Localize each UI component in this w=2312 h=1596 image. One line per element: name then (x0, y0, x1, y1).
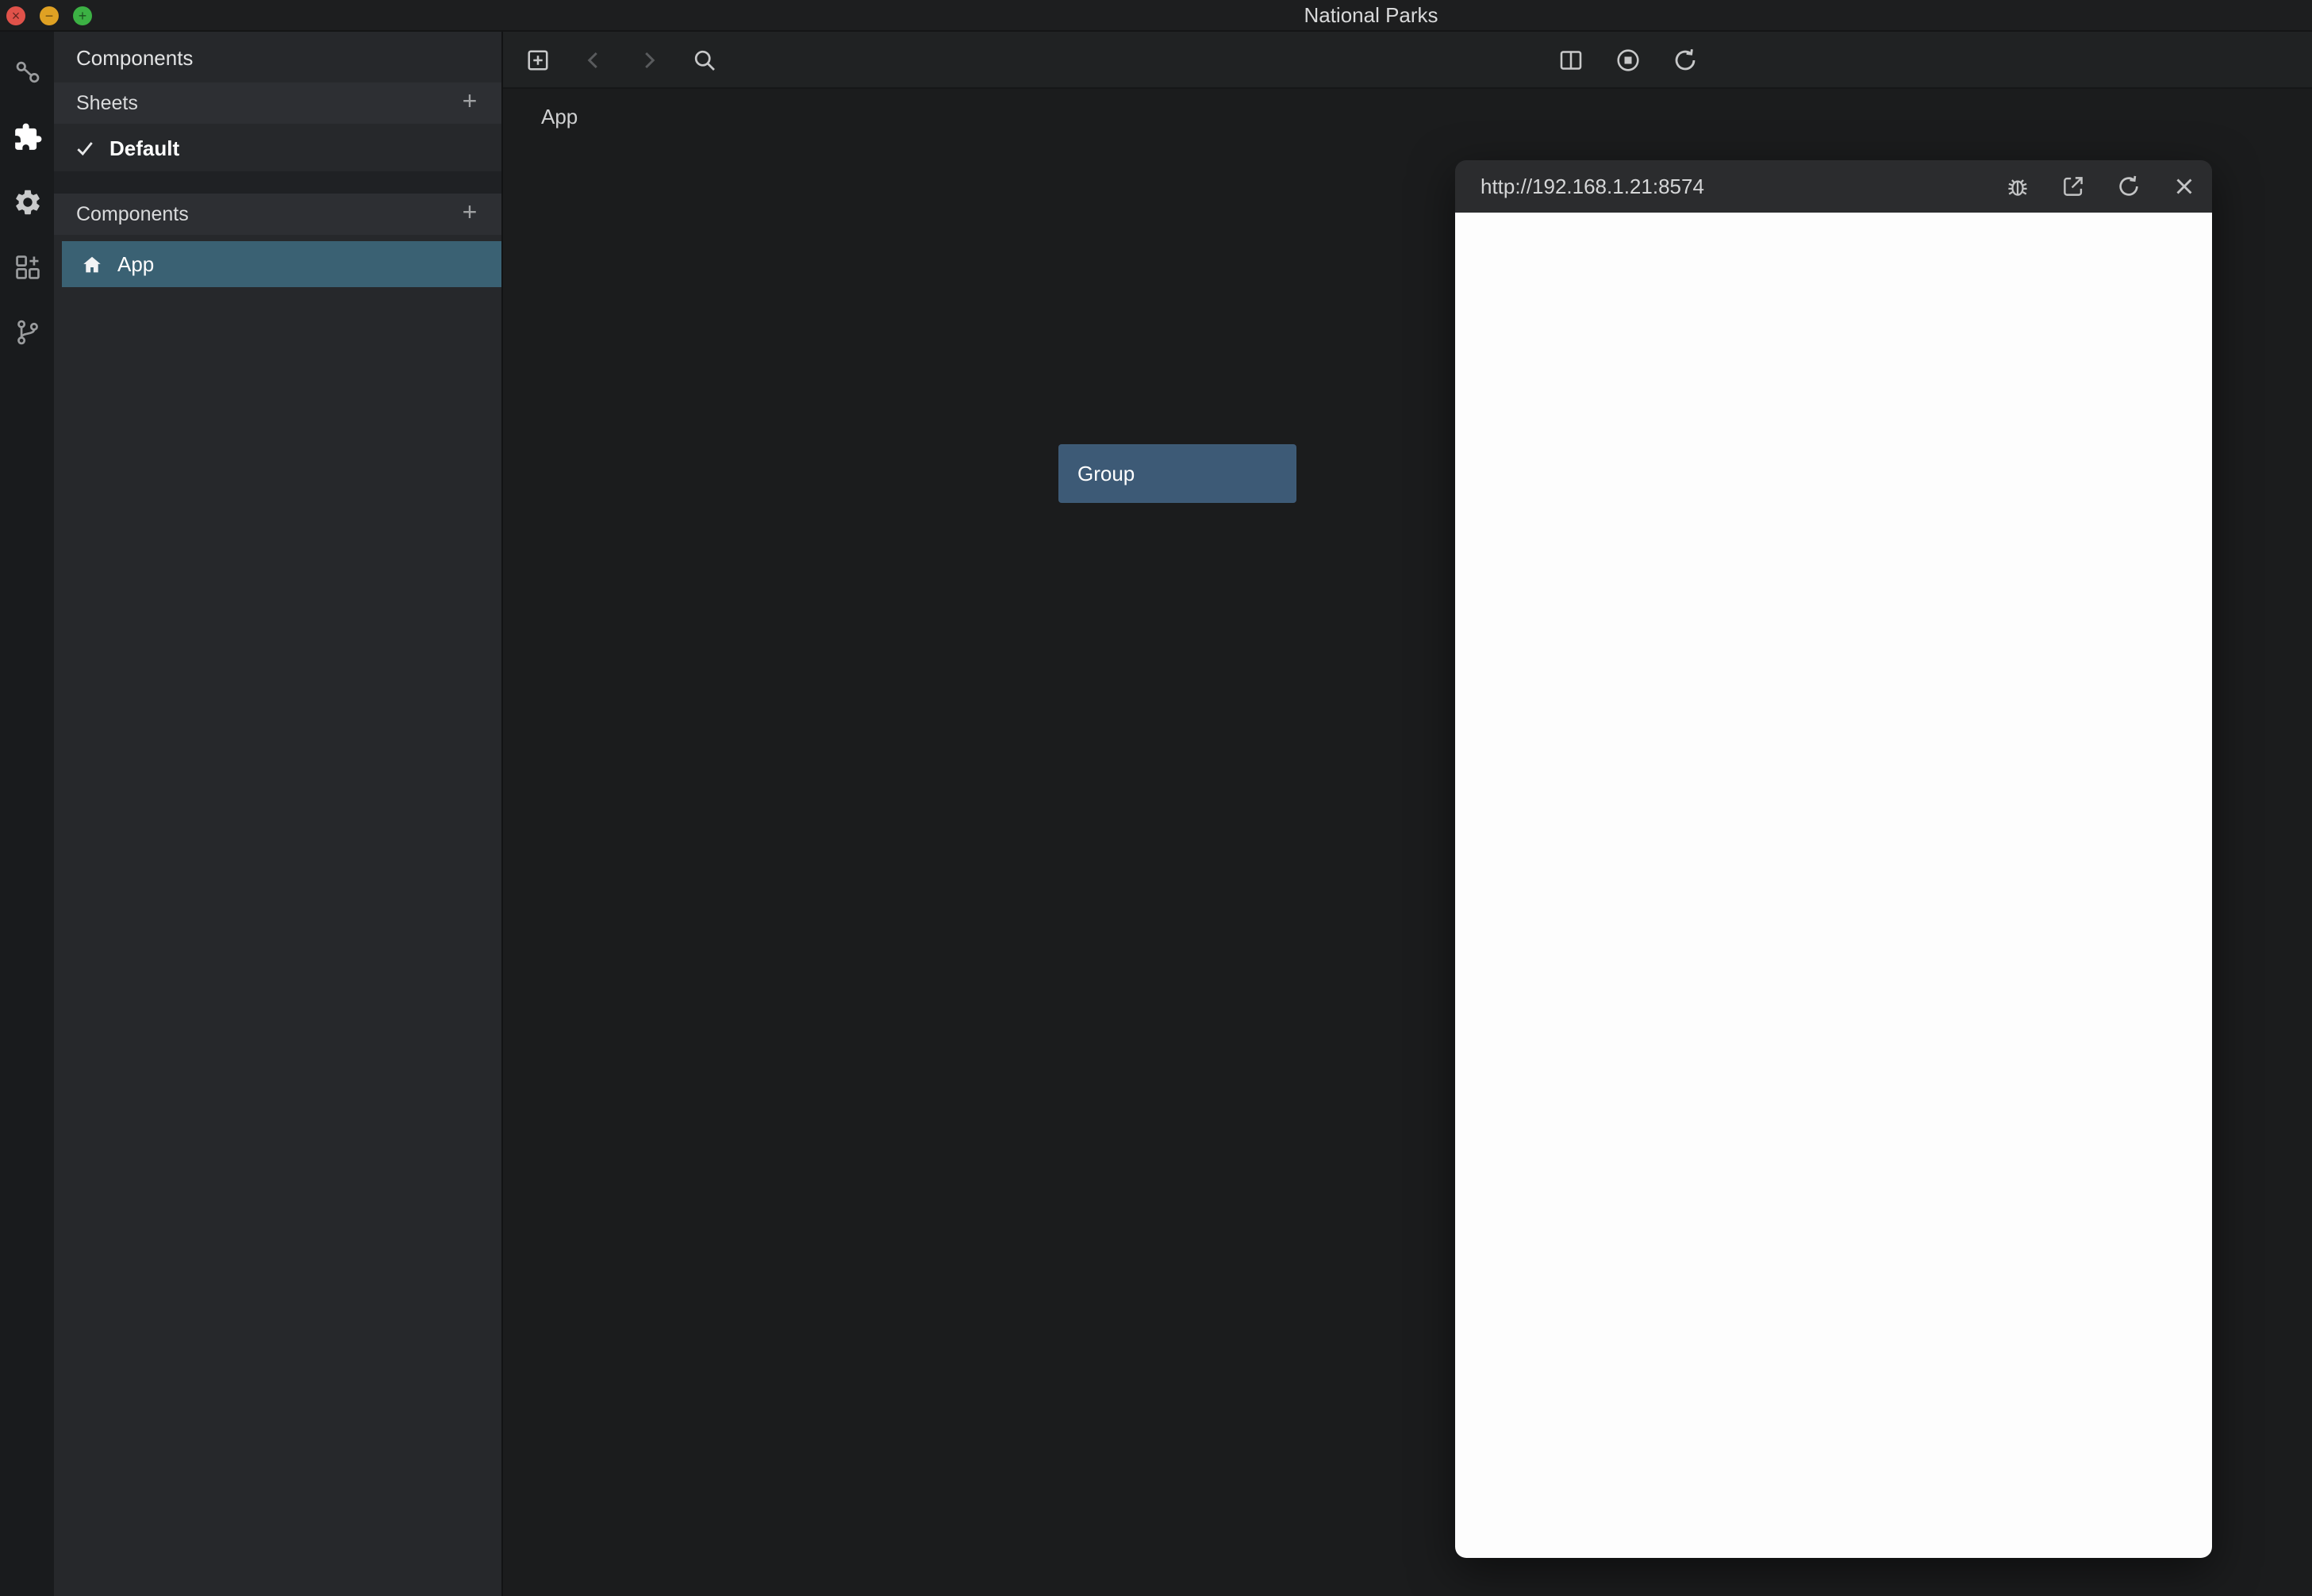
nav-forward-icon[interactable] (627, 37, 671, 82)
editor-canvas: App Group http://192.168.1.21:8574 (503, 32, 2312, 1596)
tree-spacer (54, 235, 501, 241)
add-sheet-button[interactable]: + (457, 90, 482, 116)
breadcrumb[interactable]: App (541, 105, 578, 129)
search-icon[interactable] (682, 37, 727, 82)
sheet-item-default[interactable]: Default (54, 124, 501, 171)
preview-window: http://192.168.1.21:8574 (1455, 160, 2212, 1558)
group-component-label: Group (1077, 462, 1135, 485)
app-window: × − + National Parks (0, 0, 2312, 1596)
preview-header[interactable]: http://192.168.1.21:8574 (1455, 160, 2212, 213)
titlebar: × − + National Parks (0, 0, 2312, 32)
activity-rail (0, 32, 54, 1596)
preview-refresh-icon[interactable] (2107, 166, 2149, 207)
debug-bug-icon[interactable] (1996, 166, 2037, 207)
node-graph-icon[interactable] (0, 40, 54, 105)
zoom-window-button[interactable]: + (73, 6, 92, 25)
split-view-icon[interactable] (1549, 38, 1593, 82)
stop-icon[interactable] (1606, 38, 1650, 82)
canvas-toolbar (503, 32, 2312, 89)
home-icon (81, 253, 103, 275)
refresh-icon[interactable] (1663, 38, 1707, 82)
close-window-button[interactable]: × (6, 6, 25, 25)
window-title: National Parks (1304, 0, 1438, 32)
sheets-section-header: Sheets + (54, 82, 501, 124)
preview-url[interactable]: http://192.168.1.21:8574 (1481, 175, 1982, 198)
open-in-browser-icon[interactable] (2052, 166, 2093, 207)
group-component[interactable]: Group (1058, 444, 1296, 503)
check-icon (75, 137, 95, 158)
component-item-label: App (117, 252, 154, 276)
panel-title: Components (54, 32, 501, 82)
section-divider (54, 171, 501, 194)
sheets-section-label: Sheets (76, 92, 138, 114)
widgets-add-icon[interactable] (0, 235, 54, 300)
preview-content (1455, 213, 2212, 1558)
component-item-app[interactable]: App (62, 241, 501, 287)
preview-close-icon[interactable] (2163, 166, 2204, 207)
window-controls: × − + (6, 0, 92, 32)
git-branch-icon[interactable] (0, 300, 54, 365)
components-puzzle-icon[interactable] (0, 105, 54, 170)
components-panel: Components Sheets + Default Components + (54, 32, 503, 1596)
settings-gear-icon[interactable] (0, 170, 54, 235)
minimize-window-button[interactable]: − (40, 6, 59, 25)
canvas-toolbar-right (1549, 32, 1707, 89)
add-component-button[interactable]: + (457, 201, 482, 227)
nav-back-icon[interactable] (571, 37, 616, 82)
new-frame-icon[interactable] (516, 37, 560, 82)
components-section-header: Components + (54, 194, 501, 235)
components-section-label: Components (76, 203, 189, 225)
sheet-item-label: Default (109, 136, 179, 159)
